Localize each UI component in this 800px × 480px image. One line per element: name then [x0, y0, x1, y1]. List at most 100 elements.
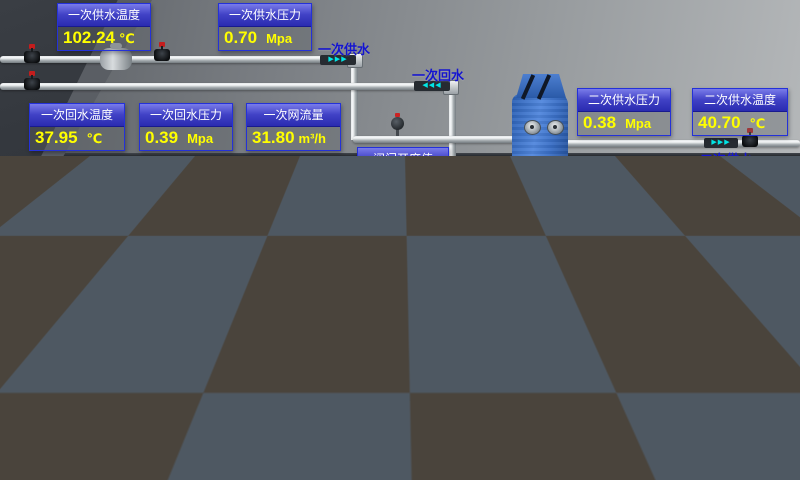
- flow-arrow-right-icon: ▶▶▶: [268, 414, 298, 424]
- pipe-primary-return: [0, 83, 450, 90]
- control-valve-indicator: [395, 113, 400, 117]
- makeup-pump-2[interactable]: [224, 376, 268, 448]
- panel-title: 一次供水压力: [219, 4, 311, 27]
- panel-title: 二次回水压力: [578, 244, 670, 267]
- panel-value: 5.92: [363, 172, 396, 192]
- pump-status-window: [243, 386, 253, 405]
- panel-primary-return-pressure[interactable]: 一次回水压力 0.39Mpa: [139, 103, 233, 151]
- flow-arrow-right-icon: ▶▶▶: [704, 138, 738, 148]
- panel-unit: Mpa: [266, 31, 292, 46]
- tank-leg: [92, 410, 102, 437]
- circulation-pump-1[interactable]: [424, 204, 468, 276]
- panel-primary-supply-temp[interactable]: 一次供水温度 102.24℃: [57, 3, 151, 51]
- panel-tank-level[interactable]: 水箱液位高度 1.10m³: [32, 302, 127, 350]
- panel-unit: Hz: [349, 404, 365, 419]
- panel-value: 0.70: [224, 28, 257, 48]
- control-valve-actuator[interactable]: [391, 117, 404, 130]
- pump-flange: [462, 252, 471, 265]
- panel-primary-return-temp[interactable]: 一次回水温度 37.95 ℃: [29, 103, 125, 151]
- pipe-secondary-supply: [562, 140, 800, 147]
- panel-title: 补水泵频率: [297, 377, 373, 400]
- panel-makeup-pump-freq[interactable]: 补水泵频率 33.88 Hz: [296, 376, 374, 424]
- pump-status-window: [443, 214, 453, 233]
- panel-value: 36.63: [698, 268, 741, 288]
- pipe-tank-outlet: [146, 333, 570, 340]
- hmi-heat-exchange-station: ▶▶▶ ◀◀◀ ▶▶▶ ◀◀◀ ▶▶▶ ▶▶▶: [0, 0, 800, 480]
- pump-flange: [271, 360, 279, 371]
- valve-primary-supply-1[interactable]: [24, 51, 40, 63]
- pump-volute: [230, 418, 262, 445]
- pump-flange: [221, 424, 230, 437]
- pipe-makeup-join-b: [420, 394, 427, 420]
- panel-value: 37.95: [35, 128, 78, 148]
- panel-value: 0.27: [583, 268, 616, 288]
- pump-volute: [486, 238, 518, 265]
- panel-unit: m³/h: [299, 131, 326, 146]
- pipe-label-primary-supply: 一次供水: [318, 39, 370, 58]
- panel-secondary-supply-pressure[interactable]: 二次供水压力 0.38 Mpa: [577, 88, 671, 136]
- panel-title: 一次回水温度: [30, 104, 124, 127]
- pipe-label-makeup: 补水: [581, 400, 615, 419]
- hx-port-top-right: [547, 120, 564, 135]
- pipe-label-secondary-supply: 二次供水: [700, 149, 752, 168]
- panel-unit: %: [405, 175, 417, 190]
- water-tank-side: [140, 329, 160, 417]
- circulation-pump-2[interactable]: [480, 196, 524, 268]
- panel-value: 33.88: [302, 401, 345, 421]
- panel-value: 40.70: [698, 113, 741, 133]
- pipe-makeup-pump-a: [148, 362, 420, 369]
- panel-title: 二次供水压力: [578, 89, 670, 112]
- panel-secondary-supply-temp[interactable]: 二次供水温度 40.70℃: [692, 88, 788, 136]
- valve-primary-return[interactable]: [24, 78, 40, 90]
- panel-unit: Mpa: [625, 271, 651, 286]
- pump-status-window: [499, 206, 509, 225]
- pipe-label-primary-return: 一次回水: [412, 65, 464, 84]
- makeup-pump-1[interactable]: [238, 318, 277, 381]
- valve-secondary-return[interactable]: [778, 290, 794, 302]
- panel-title: 二次回水温度: [693, 244, 788, 267]
- panel-title: 一次回水压力: [140, 104, 232, 127]
- panel-primary-supply-pressure[interactable]: 一次供水压力 0.70 Mpa: [218, 3, 312, 51]
- pipe-primary-supply: [0, 56, 355, 63]
- pump-volute: [430, 246, 462, 273]
- pump-flange: [235, 360, 243, 371]
- panel-valve-opening[interactable]: 阀门开度值 5.92%: [357, 147, 449, 195]
- pipe-primary-supply-drop: [351, 63, 358, 140]
- panel-unit: ℃: [750, 271, 766, 287]
- pipe-makeup-up-riser: [607, 300, 614, 390]
- panel-primary-flow[interactable]: 一次网流量 31.80 m³/h: [246, 103, 341, 151]
- panel-unit: Mpa: [625, 116, 651, 131]
- panel-unit: m³: [80, 330, 96, 345]
- panel-title: 阀门开度值: [358, 148, 448, 171]
- tank-leg: [10, 410, 20, 437]
- hx-port-bottom-left: [522, 190, 539, 205]
- pump-flange: [477, 244, 486, 257]
- panel-secondary-return-temp[interactable]: 二次回水温度 36.63 ℃: [692, 243, 789, 291]
- valve-primary-supply-2[interactable]: [154, 49, 170, 61]
- valve-makeup-isolation[interactable]: [560, 310, 575, 321]
- pump-status-window: [255, 327, 264, 344]
- valve-secondary-supply[interactable]: [742, 135, 758, 147]
- flow-arrow-left-icon: ◀◀◀: [692, 294, 726, 304]
- panel-value: 31.80: [252, 128, 295, 148]
- pump-flange: [262, 424, 271, 437]
- dirt-separator[interactable]: [100, 48, 132, 70]
- tank-manhole-right: [76, 361, 126, 407]
- panel-unit: ℃: [750, 116, 766, 132]
- hx-port-top-left: [524, 120, 541, 135]
- panel-unit: ℃: [87, 131, 103, 147]
- panel-value: 102.24: [63, 28, 115, 48]
- flow-arrow-right-icon: ▶▶▶: [578, 388, 612, 398]
- panel-value: 0.38: [583, 113, 616, 133]
- panel-title: 一次网流量: [247, 104, 340, 127]
- panel-secondary-return-pressure[interactable]: 二次回水压力 0.27 Mpa: [577, 243, 671, 291]
- pump-flange: [518, 244, 527, 257]
- pump-flange: [421, 252, 430, 265]
- panel-title: 一次供水温度: [58, 4, 150, 27]
- panel-unit: ℃: [119, 31, 135, 47]
- hx-port-bottom-right: [545, 190, 562, 205]
- tank-leg: [50, 410, 60, 437]
- panel-unit: Mpa: [187, 131, 213, 146]
- tank-manhole-left: [12, 361, 62, 407]
- panel-title: 水箱液位高度: [33, 303, 126, 326]
